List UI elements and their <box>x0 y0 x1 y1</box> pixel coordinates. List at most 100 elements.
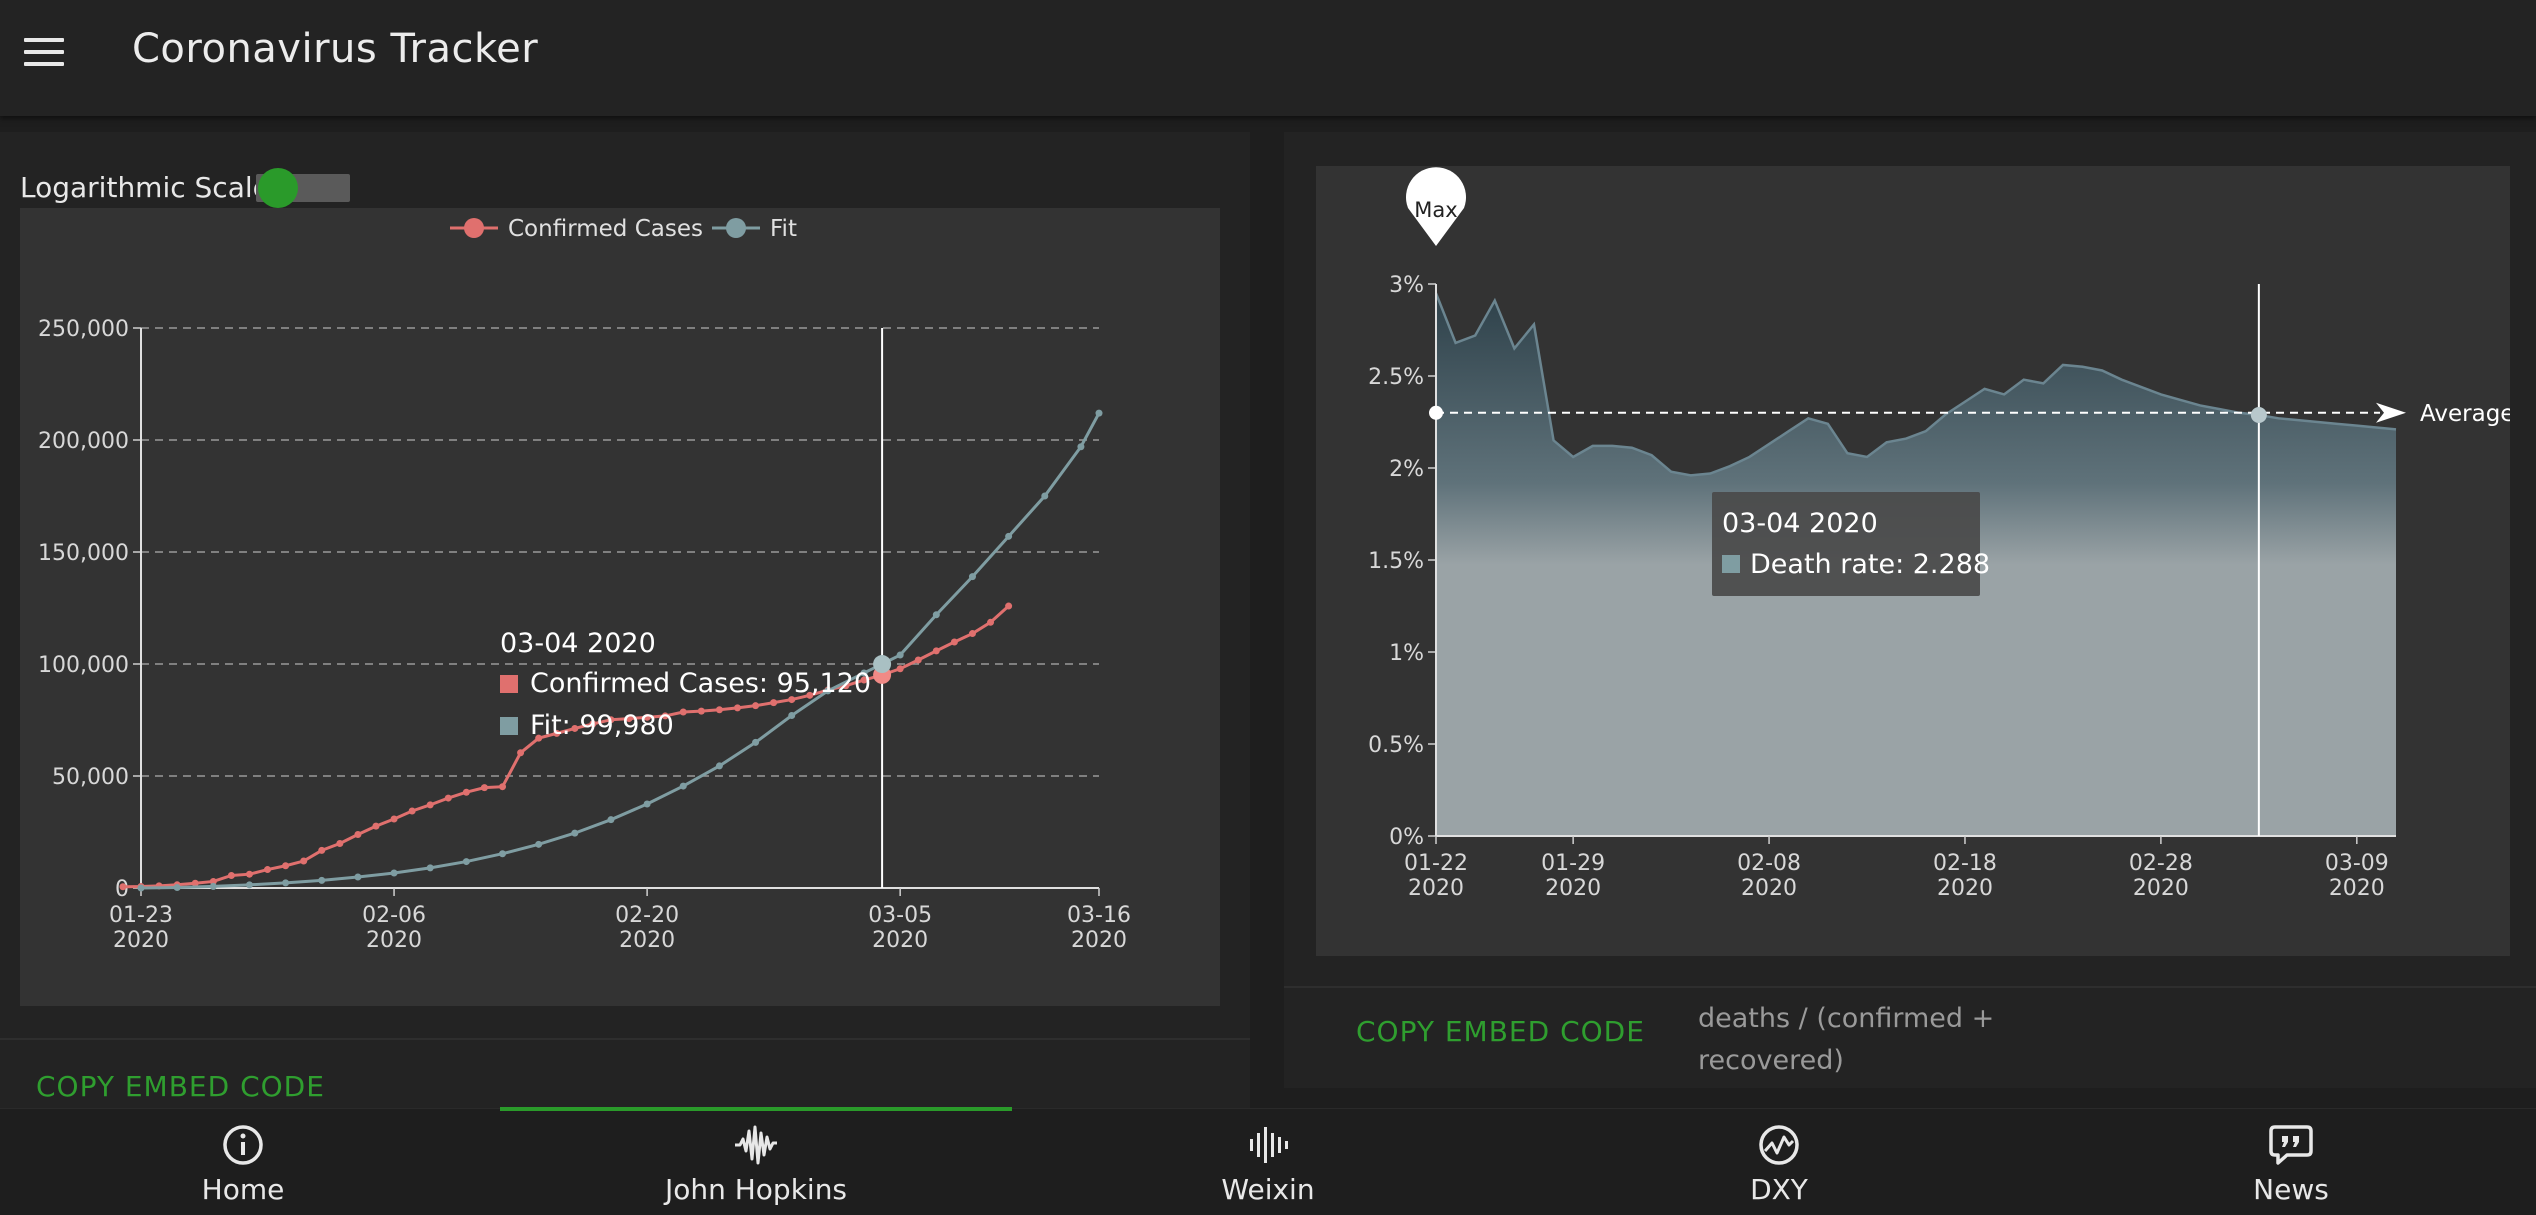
data-point <box>282 862 290 870</box>
nav-dxy[interactable]: DXY <box>1664 1109 1894 1215</box>
average-start-point <box>1429 405 1443 420</box>
data-point <box>245 870 253 878</box>
data-point <box>932 647 940 655</box>
data-point <box>372 822 380 830</box>
data-point <box>462 858 470 866</box>
x-tick-label: 03-16 2020 <box>1067 903 1131 953</box>
x-tick-label-line: 01-23 <box>109 903 173 928</box>
x-tick-label-line: 2020 <box>1937 876 1993 901</box>
x-tick-label: 03-05 2020 <box>868 903 932 953</box>
max-marker-label: Max <box>1414 198 1457 222</box>
y-tick-label: 50,000 <box>52 765 129 790</box>
data-point <box>354 873 362 881</box>
tooltip-value: Confirmed Cases: 95,120 <box>530 668 871 699</box>
card-divider <box>0 1038 1250 1040</box>
data-point <box>499 783 507 791</box>
data-point <box>1005 532 1013 540</box>
average-arrow <box>2376 402 2406 423</box>
y-tick-label: 0.5% <box>1368 733 1424 758</box>
nav-label: Weixin <box>1221 1173 1315 1206</box>
data-point <box>1095 409 1103 417</box>
nav-news[interactable]: News <box>2176 1109 2406 1215</box>
nav-weixin[interactable]: Weixin <box>1153 1109 1383 1215</box>
data-point <box>535 840 543 848</box>
data-point <box>896 665 904 673</box>
nav-label: DXY <box>1750 1173 1808 1206</box>
x-tick-label-line: 2020 <box>619 928 675 953</box>
confirmed-chart-area: 050,000100,000150,000200,000250,00001-23… <box>20 208 1220 1006</box>
x-tick-label-line: 03-05 <box>868 903 932 928</box>
x-tick-label-line: 01-22 <box>1404 851 1468 876</box>
data-point <box>173 884 181 892</box>
data-point <box>390 869 398 877</box>
tooltip-value: Fit: 99,980 <box>530 710 674 741</box>
confirmed-cases-chart: 050,000100,000150,000200,000250,00001-23… <box>38 216 1131 953</box>
nav-home[interactable]: Home <box>128 1109 358 1215</box>
data-point <box>444 794 452 802</box>
y-tick-label: 100,000 <box>38 653 129 678</box>
data-point <box>770 699 778 707</box>
data-point <box>1077 443 1085 451</box>
menu-icon[interactable] <box>24 38 64 72</box>
data-point <box>571 829 579 837</box>
pulse-icon <box>1759 1125 1799 1165</box>
data-point <box>426 864 434 872</box>
copy-embed-code-button[interactable]: COPY EMBED CODE <box>36 1070 325 1103</box>
x-tick-label-line: 2020 <box>872 928 928 953</box>
copy-embed-code-button[interactable]: COPY EMBED CODE <box>1356 1015 1645 1048</box>
y-tick-label: 2% <box>1389 457 1424 482</box>
data-point <box>264 866 272 874</box>
data-point <box>209 882 217 890</box>
log-scale-label: Logarithmic Scale <box>20 171 270 204</box>
signal-bars-icon <box>1250 1127 1288 1163</box>
legend-label: Fit <box>770 216 797 242</box>
x-tick-label-line: 03-16 <box>1067 903 1131 928</box>
card-divider <box>1284 986 2536 988</box>
data-point <box>408 807 416 815</box>
x-tick-label-line: 2020 <box>1545 876 1601 901</box>
x-tick-label-line: 2020 <box>366 928 422 953</box>
y-tick-label: 150,000 <box>38 541 129 566</box>
death-rate-chart: 0%0.5%1%1.5%2%2.5%3%01-22 202001-29 202002… <box>1368 167 2514 901</box>
quote-bubble-icon <box>2269 1125 2313 1165</box>
data-point <box>788 712 796 720</box>
data-point <box>733 704 741 712</box>
x-tick-label: 02-18 2020 <box>1933 851 1997 901</box>
data-point <box>752 702 760 710</box>
app-bar: Coronavirus Tracker <box>0 0 2536 116</box>
data-point <box>914 656 922 664</box>
data-point <box>336 839 344 847</box>
data-point <box>137 884 145 892</box>
x-tick-label: 01-29 2020 <box>1541 851 1605 901</box>
data-point <box>426 801 434 809</box>
tooltip-date: 03-04 2020 <box>500 628 656 659</box>
x-tick-label: 03-09 2020 <box>2325 851 2389 901</box>
average-label: Average <box>2420 401 2510 427</box>
x-tick-label-line: 02-18 <box>1933 851 1997 876</box>
data-point <box>462 788 470 796</box>
data-point <box>968 630 976 638</box>
x-tick-label-line: 02-20 <box>615 903 679 928</box>
data-point <box>607 816 615 824</box>
data-point <box>318 846 326 854</box>
data-point <box>752 738 760 746</box>
x-tick-label-line: 2020 <box>2329 876 2385 901</box>
data-point <box>968 573 976 581</box>
info-icon <box>223 1125 263 1165</box>
x-tick-label-line: 02-06 <box>362 903 426 928</box>
x-tick-label: 01-23 2020 <box>109 903 173 953</box>
legend-label: Confirmed Cases <box>508 216 703 242</box>
app-title: Coronavirus Tracker <box>132 26 539 72</box>
data-point <box>1041 492 1049 500</box>
highlight-point <box>873 655 892 674</box>
data-point <box>499 850 507 858</box>
x-tick-label-line: 01-29 <box>1541 851 1605 876</box>
nav-john-hopkins[interactable]: John Hopkins <box>641 1109 871 1215</box>
y-tick-label: 200,000 <box>38 429 129 454</box>
tooltip-swatch <box>1722 555 1740 573</box>
log-scale-toggle-knob[interactable] <box>258 168 298 208</box>
data-point <box>245 881 253 889</box>
data-point <box>679 708 687 716</box>
data-point <box>715 762 723 770</box>
legend-marker <box>464 218 484 238</box>
